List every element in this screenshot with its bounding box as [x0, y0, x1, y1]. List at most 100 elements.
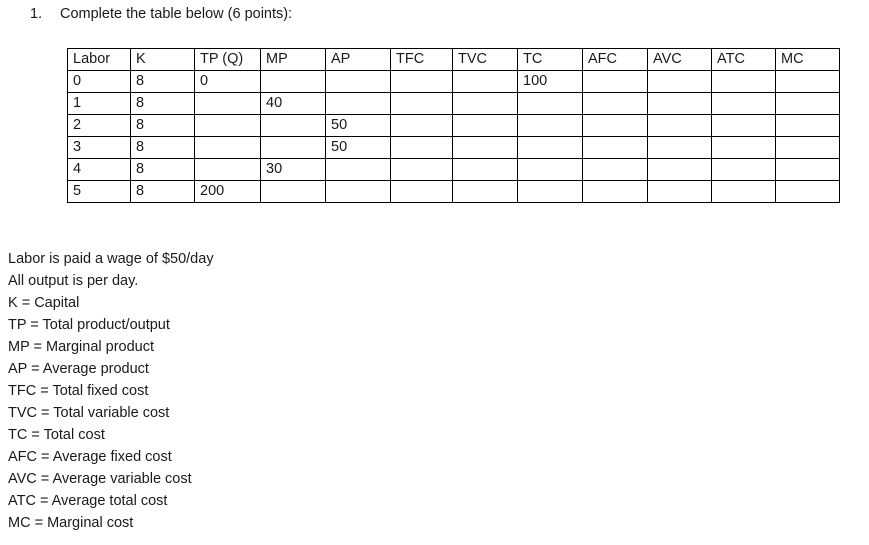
- cell-atc[interactable]: [711, 158, 776, 181]
- note-line: TFC = Total fixed cost: [8, 383, 149, 399]
- column-header-mp: MP: [260, 48, 326, 71]
- cell-k: 8: [130, 114, 195, 137]
- cell-labor: 1: [67, 92, 131, 115]
- cell-tc[interactable]: [517, 180, 583, 203]
- cell-avc[interactable]: [647, 114, 712, 137]
- cell-mc[interactable]: [775, 180, 840, 203]
- cell-mp[interactable]: 40: [260, 92, 326, 115]
- cell-k: 8: [130, 136, 195, 159]
- cell-ap[interactable]: [325, 180, 391, 203]
- cell-tpq[interactable]: [194, 92, 261, 115]
- cell-ap[interactable]: [325, 92, 391, 115]
- cell-k: 8: [130, 158, 195, 181]
- cell-labor: 0: [67, 70, 131, 93]
- cell-k: 8: [130, 92, 195, 115]
- cell-tpq[interactable]: 200: [194, 180, 261, 203]
- cell-k: 8: [130, 180, 195, 203]
- cell-afc[interactable]: [582, 114, 648, 137]
- column-header-avc: AVC: [647, 48, 712, 71]
- cell-avc[interactable]: [647, 136, 712, 159]
- cell-mc[interactable]: [775, 92, 840, 115]
- cell-tpq[interactable]: [194, 136, 261, 159]
- cell-tvc[interactable]: [452, 158, 518, 181]
- cell-afc[interactable]: [582, 136, 648, 159]
- cell-mp[interactable]: [260, 180, 326, 203]
- cell-ap[interactable]: [325, 158, 391, 181]
- question-text: Complete the table below (6 points):: [60, 6, 293, 22]
- cell-mp[interactable]: [260, 136, 326, 159]
- cell-tfc[interactable]: [390, 70, 453, 93]
- note-line: TP = Total product/output: [8, 317, 170, 333]
- table-header-row: Labor K TP (Q) MP AP TFC TVC TC AFC AVC …: [67, 48, 840, 71]
- cell-afc[interactable]: [582, 92, 648, 115]
- column-header-labor: Labor: [67, 48, 131, 71]
- cell-mc[interactable]: [775, 158, 840, 181]
- cell-mp[interactable]: 30: [260, 158, 326, 181]
- cell-mc[interactable]: [775, 114, 840, 137]
- cell-atc[interactable]: [711, 180, 776, 203]
- cell-mc[interactable]: [775, 70, 840, 93]
- table-row: 5 8 200: [67, 180, 840, 203]
- cell-tc[interactable]: 100: [517, 70, 583, 93]
- cell-tfc[interactable]: [390, 136, 453, 159]
- notes-legend: Labor is paid a wage of $50/day All outp…: [8, 248, 214, 534]
- cell-tvc[interactable]: [452, 180, 518, 203]
- cell-afc[interactable]: [582, 70, 648, 93]
- cell-avc[interactable]: [647, 158, 712, 181]
- cell-tvc[interactable]: [452, 136, 518, 159]
- column-header-tpq: TP (Q): [194, 48, 261, 71]
- question-number: 1.: [30, 6, 43, 22]
- cell-atc[interactable]: [711, 92, 776, 115]
- cell-tvc[interactable]: [452, 70, 518, 93]
- production-cost-table: Labor K TP (Q) MP AP TFC TVC TC AFC AVC …: [67, 48, 840, 203]
- cell-mp[interactable]: [260, 70, 326, 93]
- column-header-tfc: TFC: [390, 48, 453, 71]
- cell-tfc[interactable]: [390, 92, 453, 115]
- note-line: MC = Marginal cost: [8, 515, 134, 531]
- note-line: Labor is paid a wage of $50/day: [8, 251, 214, 267]
- table-row: 2 8 50: [67, 114, 840, 137]
- column-header-ap: AP: [325, 48, 391, 71]
- cell-tfc[interactable]: [390, 180, 453, 203]
- cell-tpq[interactable]: [194, 158, 261, 181]
- cell-mc[interactable]: [775, 136, 840, 159]
- cell-tc[interactable]: [517, 158, 583, 181]
- cell-tc[interactable]: [517, 92, 583, 115]
- note-line: ATC = Average total cost: [8, 493, 168, 509]
- note-line: K = Capital: [8, 295, 80, 311]
- note-line: TC = Total cost: [8, 427, 105, 443]
- cell-avc[interactable]: [647, 92, 712, 115]
- cell-k: 8: [130, 70, 195, 93]
- cell-avc[interactable]: [647, 70, 712, 93]
- cell-atc[interactable]: [711, 136, 776, 159]
- cell-tc[interactable]: [517, 114, 583, 137]
- cell-ap[interactable]: 50: [325, 136, 391, 159]
- cell-tpq[interactable]: [194, 114, 261, 137]
- cell-tvc[interactable]: [452, 114, 518, 137]
- cell-afc[interactable]: [582, 180, 648, 203]
- cell-tvc[interactable]: [452, 92, 518, 115]
- table-row: 4 8 30: [67, 158, 840, 181]
- cell-atc[interactable]: [711, 114, 776, 137]
- cell-mp[interactable]: [260, 114, 326, 137]
- cell-ap[interactable]: 50: [325, 114, 391, 137]
- cell-tc[interactable]: [517, 136, 583, 159]
- column-header-k: K: [130, 48, 195, 71]
- column-header-afc: AFC: [582, 48, 648, 71]
- note-line: AFC = Average fixed cost: [8, 449, 172, 465]
- cell-labor: 3: [67, 136, 131, 159]
- cell-ap[interactable]: [325, 70, 391, 93]
- cell-afc[interactable]: [582, 158, 648, 181]
- column-header-atc: ATC: [711, 48, 776, 71]
- note-line: TVC = Total variable cost: [8, 405, 170, 421]
- cell-tfc[interactable]: [390, 114, 453, 137]
- cell-atc[interactable]: [711, 70, 776, 93]
- column-header-mc: MC: [775, 48, 840, 71]
- cell-avc[interactable]: [647, 180, 712, 203]
- note-line: MP = Marginal product: [8, 339, 155, 355]
- cell-tpq[interactable]: 0: [194, 70, 261, 93]
- question-heading: 1. Complete the table below (6 points):: [30, 4, 292, 24]
- table-row: 3 8 50: [67, 136, 840, 159]
- cell-tfc[interactable]: [390, 158, 453, 181]
- column-header-tvc: TVC: [452, 48, 518, 71]
